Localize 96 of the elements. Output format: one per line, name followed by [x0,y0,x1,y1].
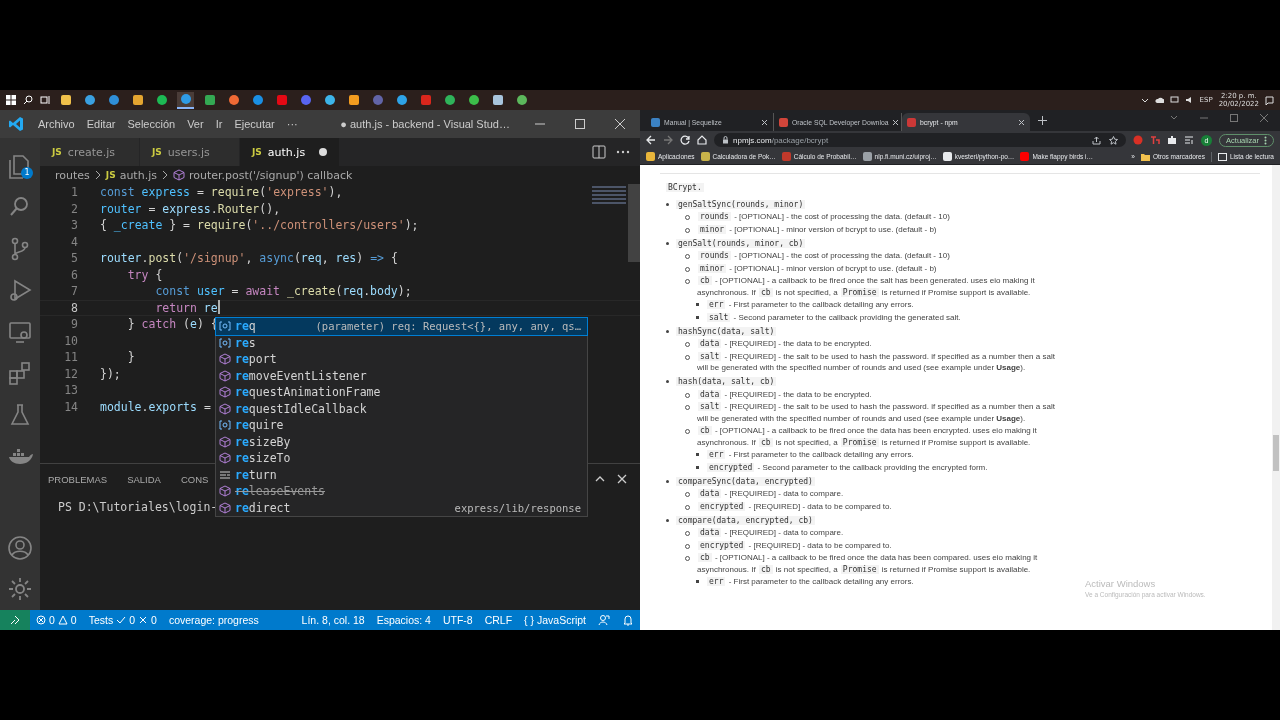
line-number: 5 [70,250,79,267]
breadcrumb-item[interactable]: router.post('/signup') callback [188,168,353,182]
param-description: err - First parameter to the callback detailing any errors. [706,299,914,311]
suggestion-item[interactable]: report [216,351,587,368]
panel-tab[interactable]: CONS [180,473,209,485]
line-number: 3 [70,217,79,234]
window-title: ● auth.js - backend - Visual Stud… [340,118,510,130]
param-description: err - First parameter to the callback detailing any errors. [706,576,914,588]
editor-tab[interactable]: JS users.js [140,138,240,166]
line-number: 2 [70,200,79,217]
code-line: router.post('/signup', async(req, res) => { [100,250,398,267]
menu-item[interactable]: Selección [121,118,182,130]
indentation-status[interactable]: Espacios: 4 [370,614,437,626]
param-description: data - [REQUIRED] - data to compare. [697,527,844,539]
suggestion-item[interactable]: redirect express/lib/response [216,499,587,516]
suggestion-item[interactable]: removeEventListener [216,367,587,384]
line-number: 1 [70,184,79,201]
activation-title: Activar Windows [1085,578,1156,589]
menu-item[interactable]: Archivo [32,118,81,130]
param-description: cb - [OPTIONAL] - a callback to be fired once the data has been encrypted. uses eio making it asynchronous. If cb is not specified, a Promise is returned if Promise support is available. [697,425,1038,448]
line-number: 11 [63,349,79,366]
menu-item[interactable]: ··· [280,118,304,130]
suggestion-item[interactable]: requestIdleCallback [216,400,587,417]
suggestion-item[interactable]: return [216,466,587,483]
encoding-status[interactable]: UTF-8 [436,614,479,626]
suggestion-item[interactable]: requestAnimationFrame [216,384,587,401]
language-mode[interactable]: { } JavaScript [518,614,592,626]
breadcrumb-item[interactable]: routes [55,168,90,182]
method-signature: hash(data, salt, cb) [676,377,777,386]
param-description: rounds - [OPTIONAL] - the cost of processing the data. (default - 10) [697,250,950,262]
param-description: data - [REQUIRED] - data to compare. [697,488,844,500]
method-signature: compare(data, encrypted, cb) [676,515,815,525]
param-description: salt - [REQUIRED] - the salt to be used to hash the password. if specified as a number then a salt will be generated with the specified number of rounds and used (see example under Usage). [697,401,1056,424]
menu-item[interactable]: Ejecutar [228,118,281,130]
panel-tab[interactable]: SALIDA [127,473,161,485]
method-signature: genSaltSync(rounds, minor) [676,199,806,209]
param-description: encrypted - Second parameter to the callback providing the encrypted form. [706,461,988,473]
address-field[interactable]: npmjs.com/package/bcrypt [714,133,1127,147]
param-description: salt - [REQUIRED] - the salt to be used to hash the password. if specified as a number then a salt will be generated with the specified number of rounds and used (see example under Usage). [697,350,1056,374]
param-description: encrypted - [REQUIRED] - data to be compared to. [697,539,892,551]
param-description: cb - [OPTIONAL] - a callback to be fired once the data has been compared. uses eio making it asynchronous. If cb is not specified, a Promise is returned if Promise support is available. [697,552,1039,575]
menu-item[interactable]: Editar [80,118,122,130]
passed-count: 0 [129,614,136,626]
suggestion-item[interactable]: resizeTo [216,450,587,467]
param-description: salt - Second parameter to the callback providing the generated salt. [706,311,961,323]
param-description: minor - [OPTIONAL] - minor version of bcrypt to use. (default - b) [697,262,937,274]
line-number: 10 [63,332,79,349]
code-text: BCrypt. [666,183,704,192]
suggestion-item[interactable]: req (parameter) req: Request<{}, any, any, qs… [216,318,587,335]
method-signature: compareSync(data, encrypted) [676,476,815,486]
method-signature: hashSync(data, salt) [676,326,777,336]
code-line: { _create } = require('../controllers/users'); [100,217,419,234]
error-count[interactable]: 0 [49,614,55,626]
warning-count[interactable]: 0 [70,614,77,626]
code-line: try { [126,266,163,283]
param-description: minor - [OPTIONAL] - minor version of bcrypt to use. (default - b) [697,223,937,235]
notification-badge: 1 [21,167,33,179]
code-line: } [126,349,135,366]
line-number: 8 [70,299,79,316]
coverage-status[interactable]: coverage: progress [162,614,265,626]
line-number: 12 [63,365,79,382]
code-line: const user = await _create(req.body); [154,283,412,300]
code-line: }); [100,365,121,382]
menu-item[interactable]: Ver [181,118,210,130]
code-line: module.exports = [100,398,211,415]
code-line: const express = require('express'), [100,184,343,201]
param-description: data - [REQUIRED] - the data to be encrypted. [697,338,872,350]
js-file-icon: JS [105,170,116,180]
line-number: 9 [70,316,79,333]
line-number: 4 [70,233,79,250]
line-number: 13 [63,382,79,399]
method-signature: genSalt(rounds, minor, cb) [676,238,806,248]
menu-item[interactable]: Ir [209,118,229,130]
param-description: err - First parameter to the callback detailing any errors. [706,449,914,461]
breadcrumb-item[interactable]: auth.js [119,168,157,182]
tests-label[interactable]: Tests [88,614,114,626]
param-description: data - [REQUIRED] - the data to be encrypted. [697,388,872,400]
cursor-position[interactable]: Lín. 8, col. 18 [295,614,371,626]
panel-tab[interactable]: PROBLEMAS [48,473,108,485]
param-description: rounds - [OPTIONAL] - the cost of processing the data. (default - 10) [697,211,950,223]
editor-tab[interactable]: JS auth.js [240,138,340,166]
param-description: encrypted - [REQUIRED] - data to be compared to. [697,500,892,512]
line-ending-status[interactable]: CRLF [478,614,519,626]
param-description: cb - [OPTIONAL] - a callback to be fired once the salt has been generated. uses eio making it asynchronous. If cb is not specified, a Promise is returned if Promise support is available. [697,275,1036,298]
suggestion-item[interactable]: require [216,417,587,434]
terminal-prompt: PS D:\Tutoriales\login- [58,500,218,514]
suggestion-item[interactable]: res [216,334,587,351]
line-number: 6 [70,266,79,283]
line-number: 14 [63,398,79,415]
suggestion-item[interactable]: resizeBy [216,433,587,450]
line-number: 7 [70,283,79,300]
suggestion-item[interactable]: releaseEvents [216,483,587,500]
code-line: return re [154,299,218,316]
editor-tab[interactable]: JS create.js [40,138,140,166]
code-line: router = express.Router(), [100,200,281,217]
failed-count: 0 [151,614,157,626]
